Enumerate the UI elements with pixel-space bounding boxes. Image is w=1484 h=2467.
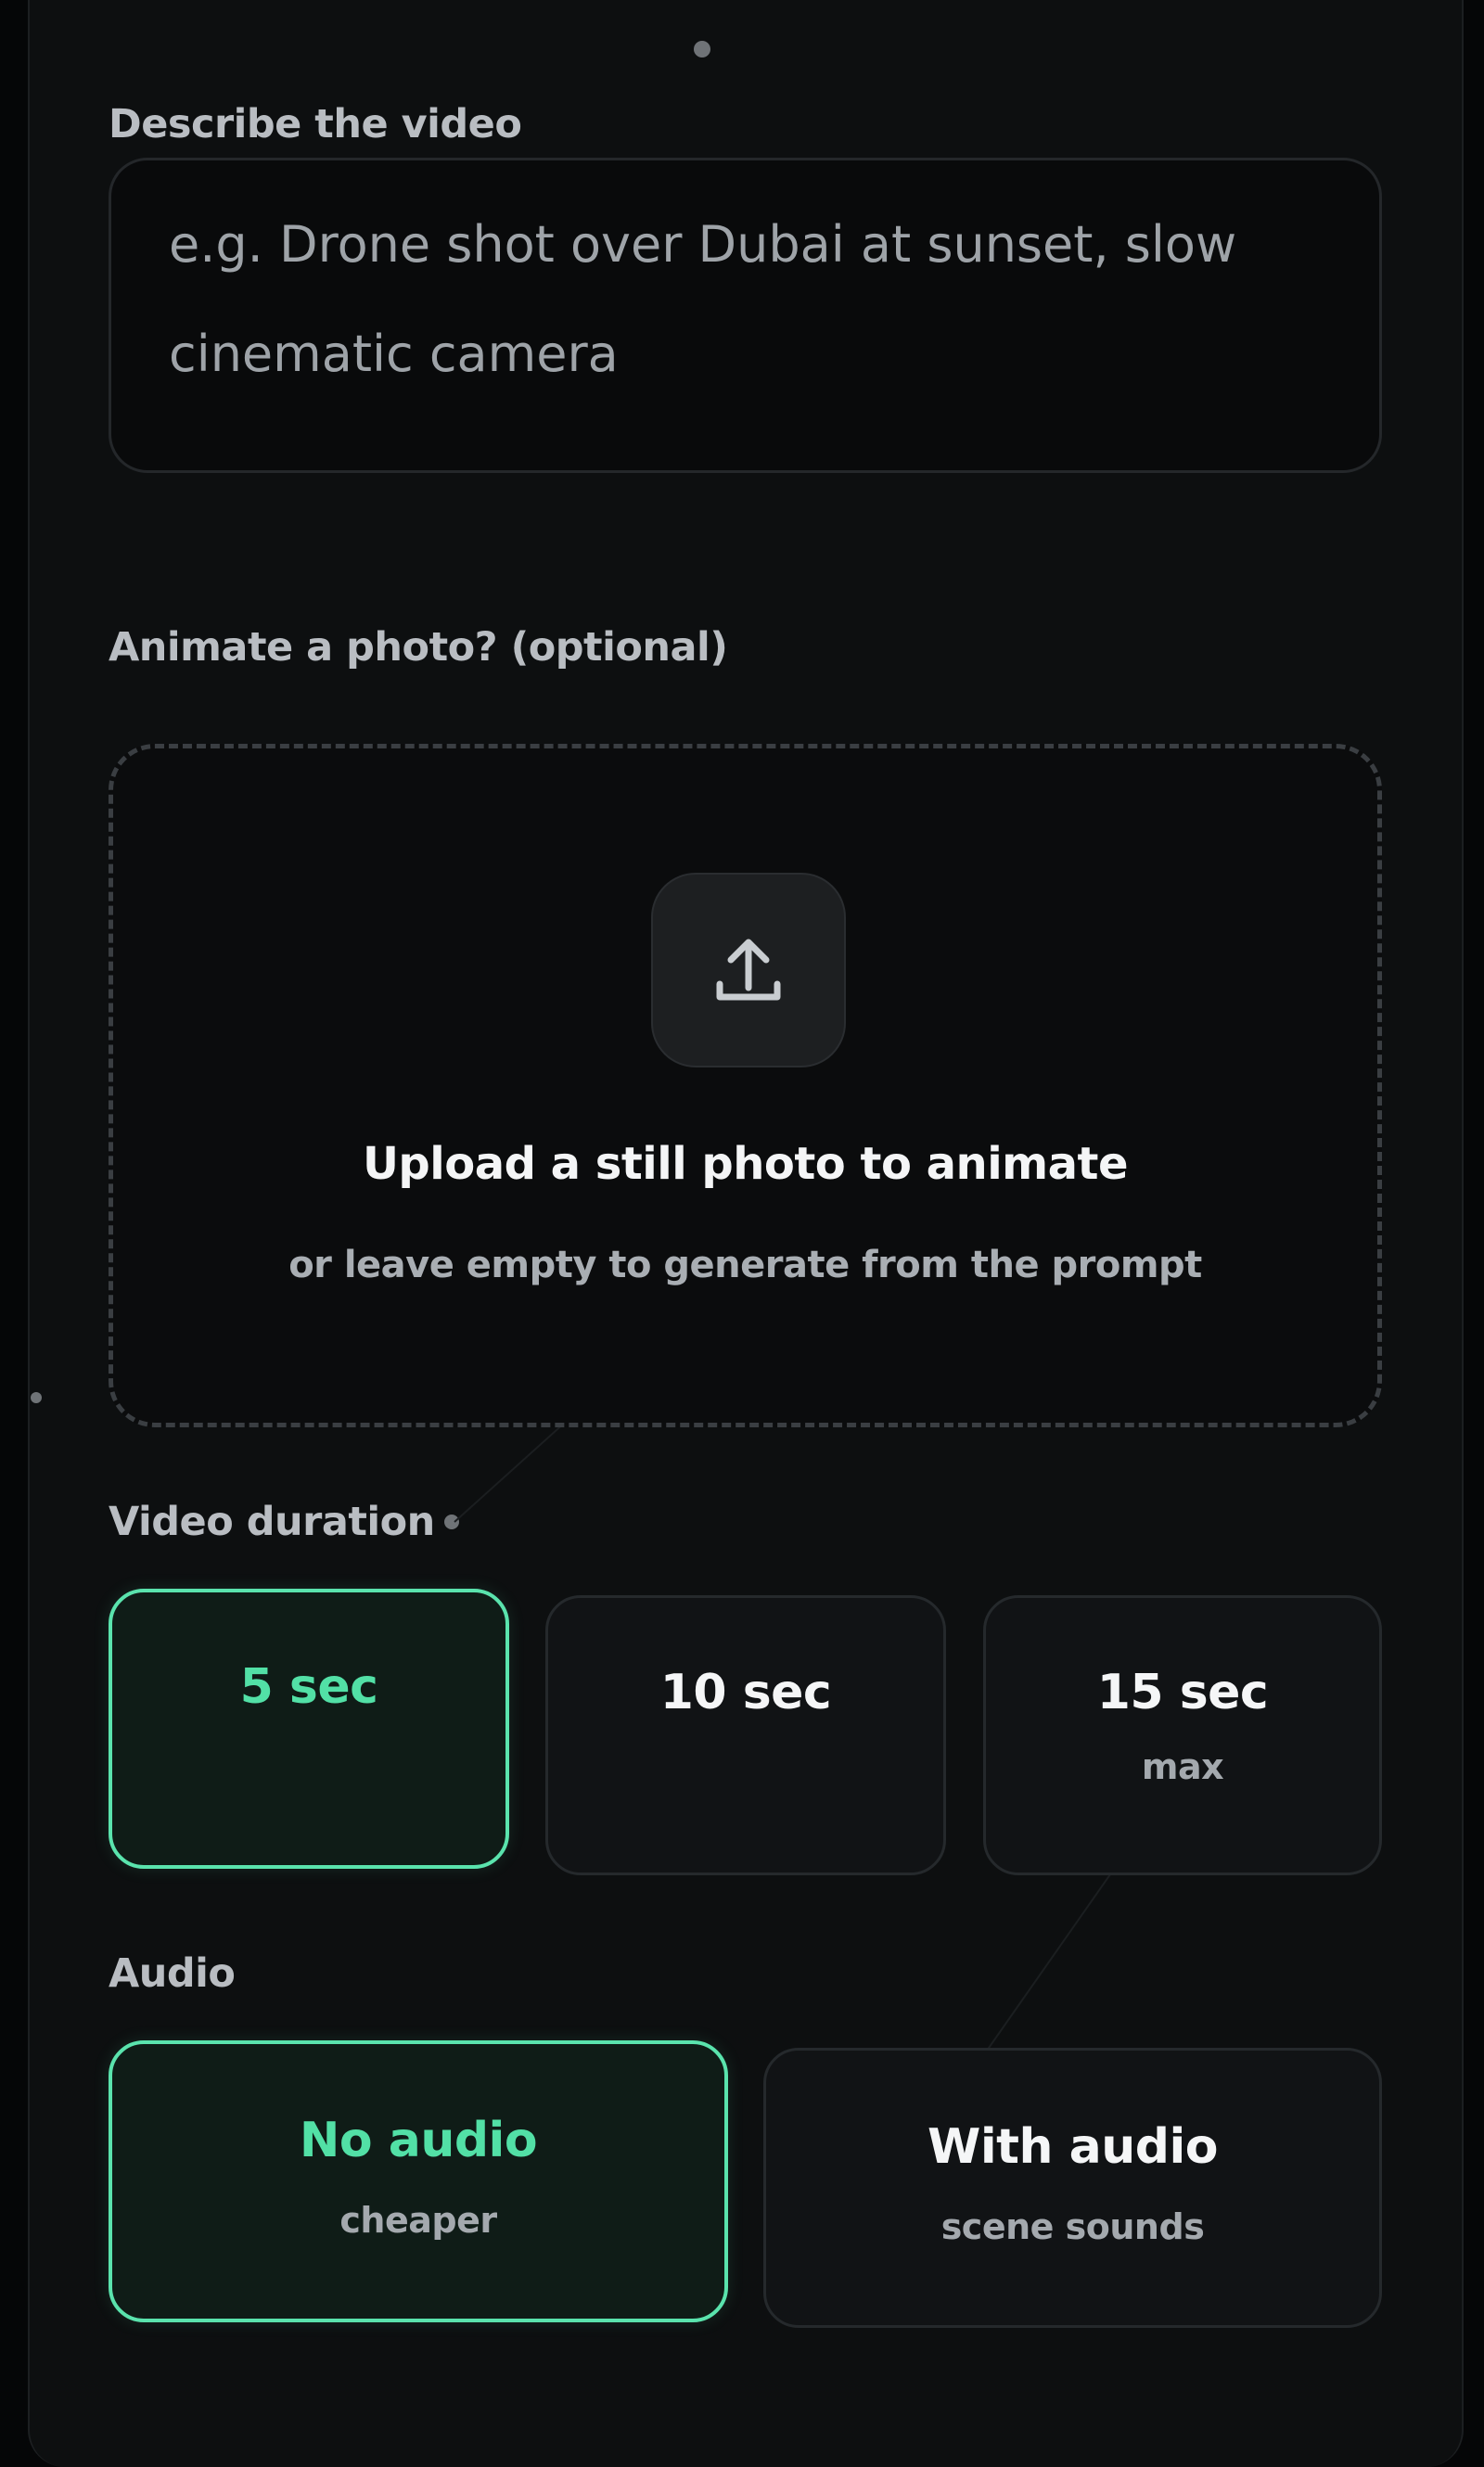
photo-dropzone[interactable]: Upload a still photo to animate or leave… [109, 744, 1382, 1427]
duration-option-note: max [1141, 1746, 1224, 1787]
audio-label: Audio [109, 1950, 236, 1997]
audio-option-note: scene sounds [940, 2206, 1205, 2247]
audio-option-none[interactable]: No audio cheaper [109, 2040, 728, 2322]
duration-option-label: 15 sec [1096, 1665, 1269, 1720]
duration-option-10sec[interactable]: 10 sec [545, 1595, 946, 1875]
audio-option-with[interactable]: With audio scene sounds [763, 2048, 1382, 2328]
audio-option-label: With audio [927, 2119, 1219, 2175]
upload-subtitle: or leave empty to generate from the prom… [288, 1244, 1202, 1286]
duration-option-5sec[interactable]: 5 sec [109, 1589, 509, 1869]
upload-tray-icon [716, 939, 781, 1001]
audio-option-note: cheaper [339, 2200, 497, 2241]
duration-label: Video duration [109, 1499, 435, 1545]
particle-dot [694, 41, 710, 58]
duration-option-15sec[interactable]: 15 sec max [983, 1595, 1382, 1875]
particle-dot [444, 1515, 459, 1529]
prompt-textarea[interactable]: e.g. Drone shot over Dubai at sunset, sl… [109, 158, 1382, 473]
duration-option-label: 10 sec [659, 1665, 832, 1720]
audio-option-label: No audio [299, 2113, 538, 2168]
particle-dot [31, 1392, 42, 1403]
prompt-placeholder-line1: e.g. Drone shot over Dubai at sunset, sl… [169, 215, 1237, 274]
upload-title: Upload a still photo to animate [362, 1138, 1129, 1190]
describe-label: Describe the video [109, 101, 522, 147]
duration-option-label: 5 sec [239, 1659, 378, 1715]
photo-label: Animate a photo? (optional) [109, 624, 728, 671]
upload-button[interactable] [651, 873, 846, 1067]
prompt-placeholder-line2: cinematic camera [169, 325, 619, 383]
